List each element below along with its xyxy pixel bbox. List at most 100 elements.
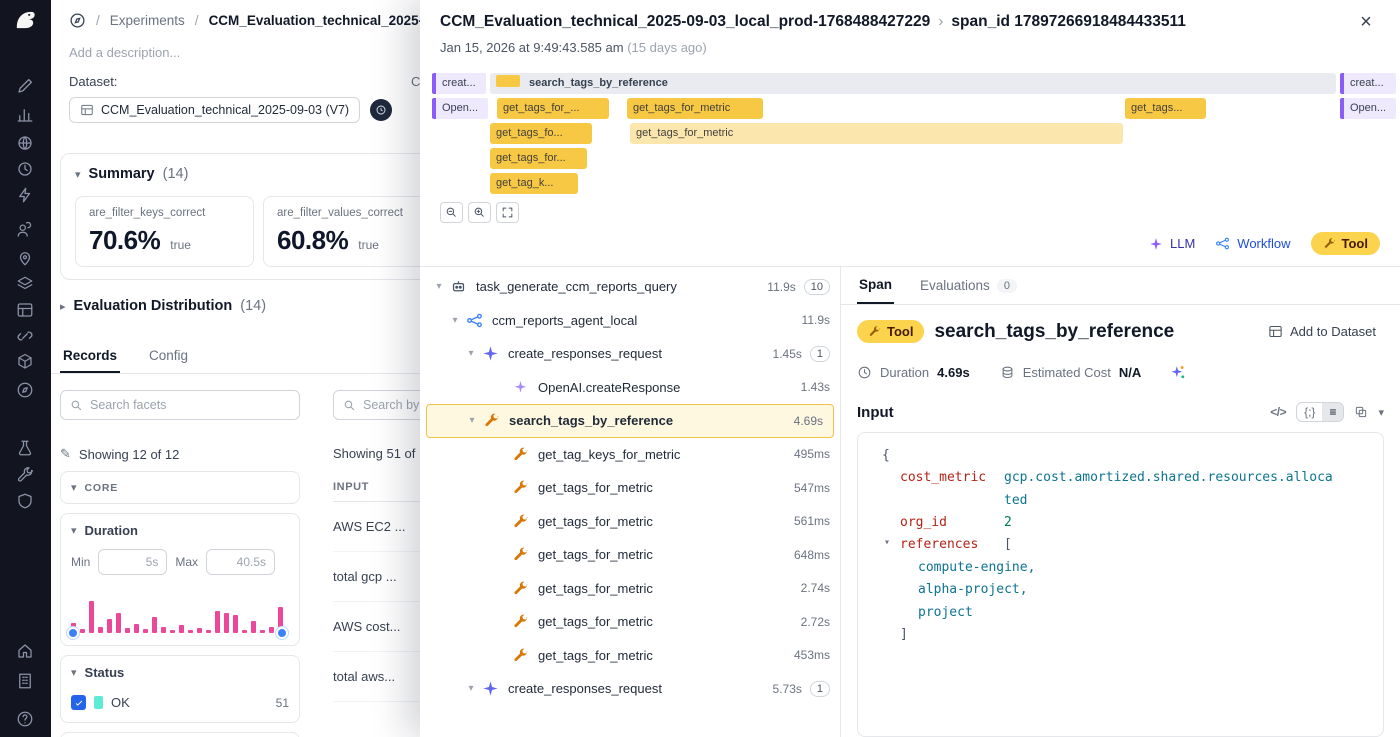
- waterfall-bar-search-tags-selected[interactable]: search_tags_by_reference: [490, 73, 1336, 94]
- collapse-input-icon[interactable]: ▾: [1378, 406, 1384, 419]
- trace-tree-row[interactable]: OpenAI.createResponse 1.43s: [420, 371, 840, 405]
- home-icon[interactable]: [69, 12, 86, 29]
- span-name: get_tags_for_metric: [538, 547, 786, 562]
- ai-sparkle-icon[interactable]: [1165, 360, 1189, 384]
- sidebar-icon-pin[interactable]: [14, 247, 36, 269]
- help-icon[interactable]: [14, 708, 36, 730]
- code-view-icon[interactable]: </>: [1270, 405, 1286, 419]
- trace-tree-row[interactable]: get_tags_for_metric 2.74s: [420, 572, 840, 606]
- sidebar-icon-link[interactable]: [14, 325, 36, 347]
- chevron-down-icon: ▾: [71, 524, 77, 537]
- facets-search-input[interactable]: [90, 398, 290, 412]
- pencil-icon[interactable]: ✎: [60, 446, 71, 462]
- metric-card[interactable]: are_filter_keys_correct 70.6% true: [75, 196, 254, 267]
- duration-min-input[interactable]: [98, 549, 167, 575]
- waterfall-bar-get-tag-keys[interactable]: get_tag_k...: [490, 173, 578, 194]
- dataset-selector[interactable]: CCM_Evaluation_technical_2025-09-03 (V7): [69, 97, 360, 123]
- run-title: CCM_Evaluation_technical_2025-09-03_loca…: [440, 13, 930, 31]
- sidebar-icon-home[interactable]: [14, 640, 36, 662]
- json-open-brace: {: [882, 448, 890, 463]
- waterfall-bar-create-responses[interactable]: creat...: [1340, 73, 1396, 94]
- waterfall-bar-get-tags[interactable]: get_tags...: [1125, 98, 1206, 119]
- sidebar-icon-datasets[interactable]: [14, 299, 36, 321]
- waterfall-bar-get-tags[interactable]: get_tags_for_...: [497, 98, 609, 119]
- histogram-bar: [206, 630, 211, 633]
- checkbox-checked-icon[interactable]: [71, 695, 86, 710]
- sidebar-icon-edit[interactable]: [14, 75, 36, 97]
- zoom-in-icon[interactable]: [468, 202, 491, 223]
- sidebar-icon-experiments[interactable]: [14, 437, 36, 459]
- status-ok-option[interactable]: OK 51: [71, 691, 289, 710]
- zoom-fit-icon[interactable]: [496, 202, 519, 223]
- waterfall-bar-get-tags[interactable]: get_tags_for_metric: [627, 98, 763, 119]
- waterfall-bar-openai[interactable]: Open...: [1340, 98, 1396, 119]
- histogram-bar: [143, 629, 148, 633]
- duration-slider-min-handle[interactable]: [67, 627, 79, 639]
- chevron-down-icon: ▾: [71, 666, 77, 679]
- close-icon[interactable]: ×: [1352, 8, 1380, 36]
- trace-tree-row[interactable]: get_tags_for_metric 561ms: [420, 505, 840, 539]
- sidebar-icon-globe[interactable]: [14, 132, 36, 154]
- trace-tree-row[interactable]: ▾ ccm_reports_agent_local 11.9s: [420, 304, 840, 338]
- waterfall-bar-get-tags[interactable]: get_tags_for...: [490, 148, 587, 169]
- metric-card[interactable]: are_filter_values_correct 60.8% true: [263, 196, 442, 267]
- sidebar-icon-organization[interactable]: [14, 670, 36, 692]
- sidebar-icon-history[interactable]: [14, 158, 36, 180]
- sidebar-icon-bolt[interactable]: [14, 184, 36, 206]
- facet-core-header[interactable]: ▾ CORE: [61, 472, 299, 503]
- chevron-down-icon[interactable]: ▾: [462, 683, 480, 694]
- sidebar-icon-charts[interactable]: [14, 104, 36, 126]
- trace-tree-row-selected[interactable]: ▾ search_tags_by_reference 4.69s: [426, 404, 834, 438]
- legend-workflow-toggle[interactable]: Workflow: [1215, 236, 1290, 251]
- trace-tree-row[interactable]: ▾ task_generate_ccm_reports_query 11.9s …: [420, 270, 840, 304]
- copy-icon[interactable]: [1354, 405, 1368, 419]
- duration-slider-max-handle[interactable]: [276, 627, 288, 639]
- waterfall-bar-create-responses[interactable]: creat...: [432, 73, 486, 94]
- waterfall-bar-get-tags[interactable]: get_tags_for_metric: [630, 123, 1123, 144]
- facet-core-title: CORE: [85, 482, 119, 494]
- facet-group-status: ▾ Status OK 51: [60, 655, 300, 723]
- duration-min-label: Min: [71, 555, 90, 569]
- facet-duration-header[interactable]: ▾ Duration: [61, 514, 299, 547]
- add-to-dataset-button[interactable]: Add to Dataset: [1260, 318, 1384, 345]
- waterfall-bar-get-tags[interactable]: get_tags_fo...: [490, 123, 592, 144]
- creator-avatar: [370, 99, 392, 121]
- legend-tool-toggle[interactable]: Tool: [1311, 232, 1380, 255]
- tab-config[interactable]: Config: [146, 340, 191, 373]
- facet-custom-header[interactable]: ▾ CUSTOM EVALUATIONS: [61, 733, 299, 737]
- trace-tree-row[interactable]: ▾ create_responses_request 5.73s 1: [420, 672, 840, 706]
- sidebar-icon-cube[interactable]: [14, 351, 36, 373]
- tab-evaluations[interactable]: Evaluations 0: [918, 267, 1019, 304]
- app-logo[interactable]: [11, 6, 39, 34]
- duration-label: Duration: [880, 365, 929, 380]
- chevron-down-icon[interactable]: ▾: [462, 348, 480, 359]
- tab-span[interactable]: Span: [857, 267, 894, 304]
- trace-tree-row[interactable]: ▾ create_responses_request 1.45s 1: [420, 337, 840, 371]
- zoom-out-icon[interactable]: [440, 202, 463, 223]
- sidebar-icon-layers[interactable]: [14, 273, 36, 295]
- trace-tree-row[interactable]: get_tags_for_metric 453ms: [420, 639, 840, 673]
- duration-max-input[interactable]: [206, 549, 275, 575]
- legend-llm-toggle[interactable]: LLM: [1149, 236, 1195, 251]
- trace-tree-row[interactable]: get_tags_for_metric 648ms: [420, 538, 840, 572]
- trace-tree-row[interactable]: get_tags_for_metric 2.72s: [420, 605, 840, 639]
- span-count-badge: 10: [804, 279, 830, 295]
- chevron-down-icon[interactable]: ▾: [446, 315, 464, 326]
- chevron-down-icon[interactable]: ▾: [463, 415, 481, 426]
- trace-tree-row[interactable]: get_tags_for_metric 547ms: [420, 471, 840, 505]
- waterfall-bar-openai[interactable]: Open...: [432, 98, 488, 119]
- breadcrumb-experiments[interactable]: Experiments: [110, 13, 185, 28]
- raw-view-icon[interactable]: {;}: [1297, 403, 1322, 421]
- tab-records[interactable]: Records: [60, 340, 120, 373]
- pretty-view-icon[interactable]: ≡: [1322, 403, 1343, 421]
- sidebar-icon-compass[interactable]: [14, 379, 36, 401]
- sidebar-icon-tools[interactable]: [14, 464, 36, 486]
- chevron-down-icon[interactable]: ▾: [884, 534, 900, 556]
- facets-search[interactable]: [60, 390, 300, 420]
- chevron-down-icon[interactable]: ▾: [430, 281, 448, 292]
- trace-tree-row[interactable]: get_tag_keys_for_metric 495ms: [420, 438, 840, 472]
- chevron-down-icon[interactable]: ▾: [75, 168, 81, 181]
- sidebar-icon-users[interactable]: [14, 219, 36, 241]
- sidebar-icon-shield[interactable]: [14, 490, 36, 512]
- facet-status-header[interactable]: ▾ Status: [61, 656, 299, 689]
